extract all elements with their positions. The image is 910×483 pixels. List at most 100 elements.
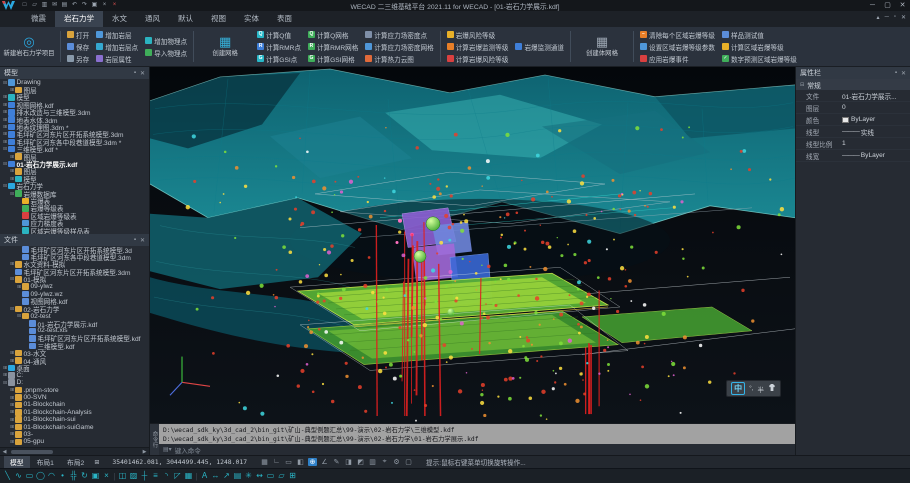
- trim-tool-icon[interactable]: ┼: [140, 469, 149, 483]
- tree-item[interactable]: ⊟Drawing: [0, 79, 149, 86]
- close-icon[interactable]: ✕: [140, 70, 145, 77]
- keyboard-skin-icon[interactable]: [768, 384, 776, 393]
- rmr-grid-button[interactable]: R计算RMR网格: [306, 41, 360, 52]
- tree-item[interactable]: ⊞.pnpm-store: [0, 386, 149, 393]
- tree-item[interactable]: 01-岩石力学展示.kdf: [0, 320, 149, 327]
- leader-tool-icon[interactable]: ↗: [222, 469, 231, 483]
- save-as-button[interactable]: 另存: [65, 53, 91, 64]
- save-button[interactable]: 保存: [65, 41, 91, 52]
- tab-7[interactable]: 表面: [268, 11, 301, 27]
- pin-icon[interactable]: ▪: [134, 237, 136, 243]
- ortho-toggle-icon[interactable]: ∟: [272, 458, 281, 466]
- ime-toolbar[interactable]: 中 °, 半: [726, 380, 781, 397]
- pin-icon[interactable]: ▪: [134, 70, 136, 76]
- collapse-icon[interactable]: ⊟: [800, 82, 804, 88]
- layout-tab-0[interactable]: 模型: [4, 456, 30, 468]
- selection-cycling-toggle-icon[interactable]: ▥: [368, 458, 377, 466]
- mirror-tool-icon[interactable]: ◫: [118, 469, 127, 483]
- snap-toggle-icon[interactable]: ▭: [284, 458, 293, 466]
- pin-icon[interactable]: ▪: [895, 70, 897, 76]
- layout-tab-1[interactable]: 布局1: [31, 456, 60, 468]
- tree-item[interactable]: ⊞01-Blockchain-Analysis: [0, 409, 149, 416]
- tree-item[interactable]: ⊞C:: [0, 372, 149, 379]
- boundary-tool-icon[interactable]: ▭: [266, 469, 275, 483]
- apply-event-button[interactable]: 应用岩爆事件: [638, 53, 717, 64]
- heat-cloud-button[interactable]: 计算热力云图: [363, 53, 435, 64]
- lineweight-toggle-icon[interactable]: ◨: [344, 458, 353, 466]
- import-physics-point-button[interactable]: 导入物理点: [143, 47, 189, 58]
- rocklayer-props-button[interactable]: 岩层属性: [94, 53, 140, 64]
- tree-item[interactable]: 岩爆表: [0, 197, 149, 204]
- minimize-icon[interactable]: ─: [865, 0, 880, 11]
- property-value[interactable]: ByLayer: [842, 116, 908, 123]
- line-tool-icon[interactable]: ╲: [3, 469, 12, 483]
- point-tool-icon[interactable]: •: [58, 469, 67, 483]
- ime-width[interactable]: 半: [758, 384, 765, 394]
- workspace-toggle-icon[interactable]: ⚙: [392, 458, 401, 466]
- circle-tool-icon[interactable]: ◯: [36, 469, 45, 483]
- tree-item[interactable]: ⊞01-Blockchain-suiGame: [0, 423, 149, 430]
- doc-restore-icon[interactable]: ▫: [894, 14, 896, 21]
- redo-icon[interactable]: ↷: [81, 0, 88, 11]
- command-panel-label[interactable]: 命令行: [150, 424, 159, 455]
- tree-item[interactable]: 区域岩爆等级样品表: [0, 227, 149, 234]
- create-volume-grid-button[interactable]: ▦创建体网格: [575, 28, 629, 65]
- monitor-level-button[interactable]: 计算岩爆监测等级: [445, 41, 511, 52]
- fillet-tool-icon[interactable]: ◝: [162, 469, 171, 483]
- scroll-right-icon[interactable]: ▶: [140, 449, 149, 455]
- doc-minimize-icon[interactable]: ─: [885, 14, 889, 21]
- ime-punctuation[interactable]: °,: [749, 385, 753, 392]
- copy-tool-icon[interactable]: ▣: [91, 469, 100, 483]
- ime-mode[interactable]: 中: [731, 382, 745, 395]
- command-input[interactable]: ▤▾ 键入命令: [159, 444, 795, 455]
- dim-tool-icon[interactable]: ↔: [211, 469, 220, 483]
- monitor-channel-button[interactable]: 岩爆监测通道: [513, 41, 566, 52]
- tree-item[interactable]: ⊟D:: [0, 379, 149, 386]
- layout-tab-2[interactable]: 布局2: [61, 456, 90, 468]
- group-tool-icon[interactable]: ⊞: [288, 469, 297, 483]
- clear-region-button[interactable]: −清除每个区域岩爆等级: [638, 29, 717, 40]
- close-icon[interactable]: ✕: [895, 0, 910, 11]
- calc-rmr-button[interactable]: R计算RMR点: [255, 41, 303, 52]
- annotation-toggle-icon[interactable]: ⌖: [380, 458, 389, 466]
- tree-item[interactable]: ⊟01-岩石力学展示.kdf: [0, 160, 149, 167]
- array-tool-icon[interactable]: ▦: [184, 469, 193, 483]
- save-icon[interactable]: ▥: [41, 0, 48, 11]
- fullscreen-toggle-icon[interactable]: ▢: [404, 458, 413, 466]
- undo-icon[interactable]: ↶: [71, 0, 78, 11]
- polar-toggle-icon[interactable]: ◧: [296, 458, 305, 466]
- rect-tool-icon[interactable]: ▭: [25, 469, 34, 483]
- erase-tool-icon[interactable]: ×: [102, 469, 111, 483]
- text-tool-icon[interactable]: A: [200, 469, 209, 483]
- files-horizontal-scrollbar[interactable]: ◀ ▶: [0, 447, 149, 455]
- window-icon[interactable]: ▣: [91, 0, 98, 11]
- calc-q-button[interactable]: Q计算Q值: [255, 29, 303, 40]
- otrack-toggle-icon[interactable]: ∠: [320, 458, 329, 466]
- new-project-button[interactable]: ◎新建岩石力学项目: [2, 28, 56, 65]
- exit-icon[interactable]: ×: [111, 0, 118, 11]
- open-icon[interactable]: ▱: [31, 0, 38, 11]
- add-physics-point-button[interactable]: 增加物理点: [143, 35, 189, 46]
- new-icon[interactable]: □: [21, 0, 28, 11]
- property-value[interactable]: 01-岩石力学展示...: [842, 91, 908, 101]
- tree-item[interactable]: ⊞桌面: [0, 364, 149, 371]
- rotate-tool-icon[interactable]: ↻: [80, 469, 89, 483]
- dyn-input-toggle-icon[interactable]: ✎: [332, 458, 341, 466]
- tree-item[interactable]: 毛坪矿区河东各中段巷道模型.3dm: [0, 253, 149, 260]
- tab-2[interactable]: 水文: [103, 11, 136, 27]
- close-icon[interactable]: ✕: [901, 70, 906, 77]
- transparency-toggle-icon[interactable]: ◩: [356, 458, 365, 466]
- open-button[interactable]: 打开: [65, 29, 91, 40]
- tree-item[interactable]: ⊞09-ylwz: [0, 283, 149, 290]
- scroll-left-icon[interactable]: ◀: [0, 449, 9, 455]
- add-layout-icon[interactable]: ⊞: [94, 459, 99, 466]
- close-icon[interactable]: ✕: [140, 237, 145, 244]
- tab-4[interactable]: 默认: [169, 11, 202, 27]
- spline-tool-icon[interactable]: ∿: [14, 469, 23, 483]
- scroll-thumb[interactable]: [11, 450, 53, 454]
- measure-tool-icon[interactable]: ↭: [255, 469, 264, 483]
- property-value[interactable]: ———实线: [842, 127, 908, 137]
- tree-item[interactable]: 09-ylwz.wz: [0, 290, 149, 297]
- explode-tool-icon[interactable]: ✳: [244, 469, 253, 483]
- tab-3[interactable]: 通风: [136, 11, 169, 27]
